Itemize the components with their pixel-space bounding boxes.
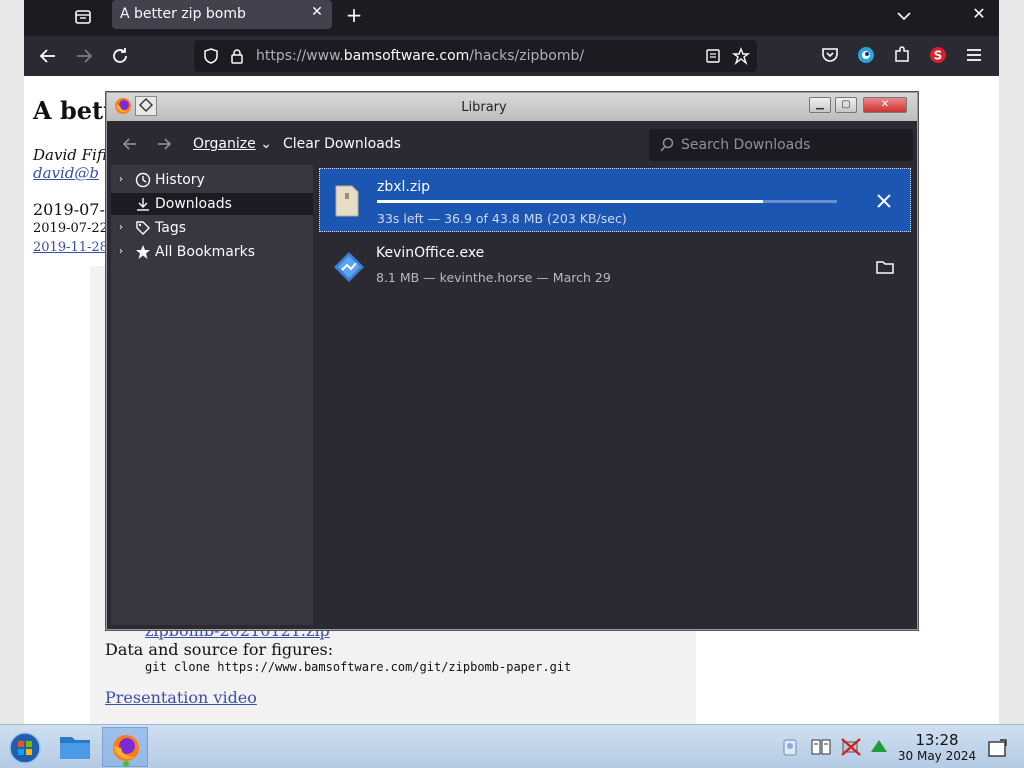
clock-icon — [135, 172, 151, 188]
download-item-zbxl[interactable]: zbxl.zip 33s left — 36.9 of 43.8 MB (203… — [319, 168, 911, 232]
expand-arrow-icon[interactable]: › — [119, 246, 129, 258]
new-tab-icon[interactable]: + — [342, 4, 366, 28]
maximize-icon[interactable]: ▢ — [835, 97, 857, 113]
tab-title: A better zip bomb — [120, 6, 246, 22]
date-primary: 2019-07- — [33, 200, 105, 219]
sidebar-item-label: Downloads — [155, 196, 232, 212]
tab-bar: A better zip bomb ✕ + ✕ — [24, 0, 999, 36]
sidebar-item-all-bookmarks[interactable]: › All Bookmarks — [111, 241, 313, 263]
bookmark-star-icon[interactable] — [731, 47, 751, 66]
url-text[interactable]: https://www.bamsoftware.com/hacks/zipbom… — [256, 48, 584, 64]
update-tray-icon[interactable] — [869, 737, 889, 757]
download-status: 33s left — 36.9 of 43.8 MB (203 KB/sec) — [377, 211, 627, 226]
search-downloads-field[interactable] — [649, 129, 913, 161]
back-icon[interactable] — [121, 135, 139, 153]
network-disconnected-icon[interactable] — [840, 737, 861, 757]
tab-close-icon[interactable]: ✕ — [308, 4, 326, 22]
star-icon — [135, 244, 151, 260]
sidebar-item-label: All Bookmarks — [155, 244, 256, 260]
date-secondary: 2019-07-22 — [33, 221, 108, 236]
library-titlebar[interactable]: Library ▁ ▢ ✕ — [107, 93, 917, 121]
download-progress-fill — [377, 200, 764, 203]
library-toolbar: Organize ⌄ Clear Downloads — [111, 123, 913, 165]
notifications-icon[interactable] — [986, 737, 1010, 759]
sidebar-item-tags[interactable]: › Tags — [111, 217, 313, 239]
file-manager-icon[interactable] — [52, 727, 98, 767]
clear-downloads-button[interactable]: Clear Downloads — [283, 136, 401, 152]
data-source-label: Data and source for figures: — [105, 640, 334, 659]
reload-icon[interactable] — [108, 44, 132, 68]
expand-arrow-icon[interactable]: › — [119, 222, 129, 234]
folder-icon[interactable] — [875, 257, 895, 277]
search-downloads-input[interactable] — [681, 135, 901, 155]
download-status: 8.1 MB — kevinthe.horse — March 29 — [376, 270, 611, 285]
chevron-down-icon[interactable] — [894, 6, 914, 26]
firefox-taskbar-icon[interactable] — [102, 727, 148, 767]
download-filename: KevinOffice.exe — [376, 245, 485, 261]
exe-file-icon — [333, 251, 364, 283]
date-link[interactable]: 2019-11-28 — [33, 240, 108, 255]
url-bar[interactable]: https://www.bamsoftware.com/hacks/zipbom… — [194, 40, 757, 72]
menu-icon[interactable] — [964, 45, 986, 67]
download-icon — [135, 196, 151, 212]
minimize-icon[interactable]: ▁ — [809, 97, 831, 113]
start-menu-icon[interactable] — [8, 731, 42, 765]
downloads-list: zbxl.zip 33s left — 36.9 of 43.8 MB (203… — [315, 165, 913, 625]
cancel-icon[interactable] — [874, 191, 894, 211]
library-dialog: Library ▁ ▢ ✕ Organize ⌄ Clear Downloads… — [106, 92, 918, 630]
sidebar-item-label: Tags — [155, 220, 186, 236]
sidebar-item-label: History — [155, 172, 205, 188]
author-name: David Fifi — [33, 146, 107, 164]
library-title: Library — [461, 100, 507, 115]
extensions-icon[interactable] — [892, 45, 914, 67]
clock-date[interactable]: 30 May 2024 — [895, 749, 979, 763]
git-command: git clone https://www.bamsoftware.com/gi… — [145, 660, 572, 674]
clock-time[interactable]: 13:28 — [895, 731, 979, 749]
sidebar-item-history[interactable]: › History — [111, 169, 313, 191]
zip-file-icon — [334, 185, 360, 217]
nav-bar: https://www.bamsoftware.com/hacks/zipbom… — [24, 36, 999, 76]
forward-icon[interactable] — [72, 44, 96, 68]
addon-icon[interactable]: S — [928, 45, 950, 67]
shield-icon[interactable] — [202, 47, 220, 65]
forward-icon[interactable] — [155, 135, 173, 153]
notes-tray-icon[interactable] — [780, 737, 800, 757]
presentation-video-link[interactable]: Presentation video — [105, 688, 257, 707]
author-email-link[interactable]: david@b — [33, 164, 99, 182]
chevron-down-icon: ⌄ — [260, 136, 272, 152]
tab-list-icon[interactable] — [72, 6, 96, 30]
tab-active[interactable]: A better zip bomb ✕ — [112, 0, 332, 29]
close-icon[interactable]: ✕ — [863, 97, 907, 113]
tag-icon — [135, 220, 151, 236]
sidebar-item-downloads[interactable]: Downloads — [111, 193, 313, 215]
taskbar: 13:28 30 May 2024 — [0, 724, 1024, 768]
download-progress-bar — [377, 200, 837, 203]
expand-arrow-icon[interactable]: › — [119, 174, 129, 186]
account-icon[interactable] — [856, 45, 878, 67]
svg-text:S: S — [934, 49, 943, 63]
search-icon — [659, 137, 675, 153]
reader-view-icon[interactable] — [704, 47, 722, 65]
pocket-icon[interactable] — [820, 45, 842, 67]
library-sidebar: › History Downloads › Tags › All Bookmar… — [111, 165, 313, 625]
download-filename: zbxl.zip — [377, 179, 430, 195]
window-close-icon[interactable]: ✕ — [970, 4, 988, 23]
back-icon[interactable] — [36, 44, 60, 68]
lock-icon[interactable] — [228, 47, 246, 65]
clipboard-tray-icon[interactable] — [810, 737, 831, 757]
organize-menu[interactable]: Organize ⌄ — [193, 136, 272, 152]
download-item-kevinoffice[interactable]: KevinOffice.exe 8.1 MB — kevinthe.horse … — [319, 235, 911, 299]
